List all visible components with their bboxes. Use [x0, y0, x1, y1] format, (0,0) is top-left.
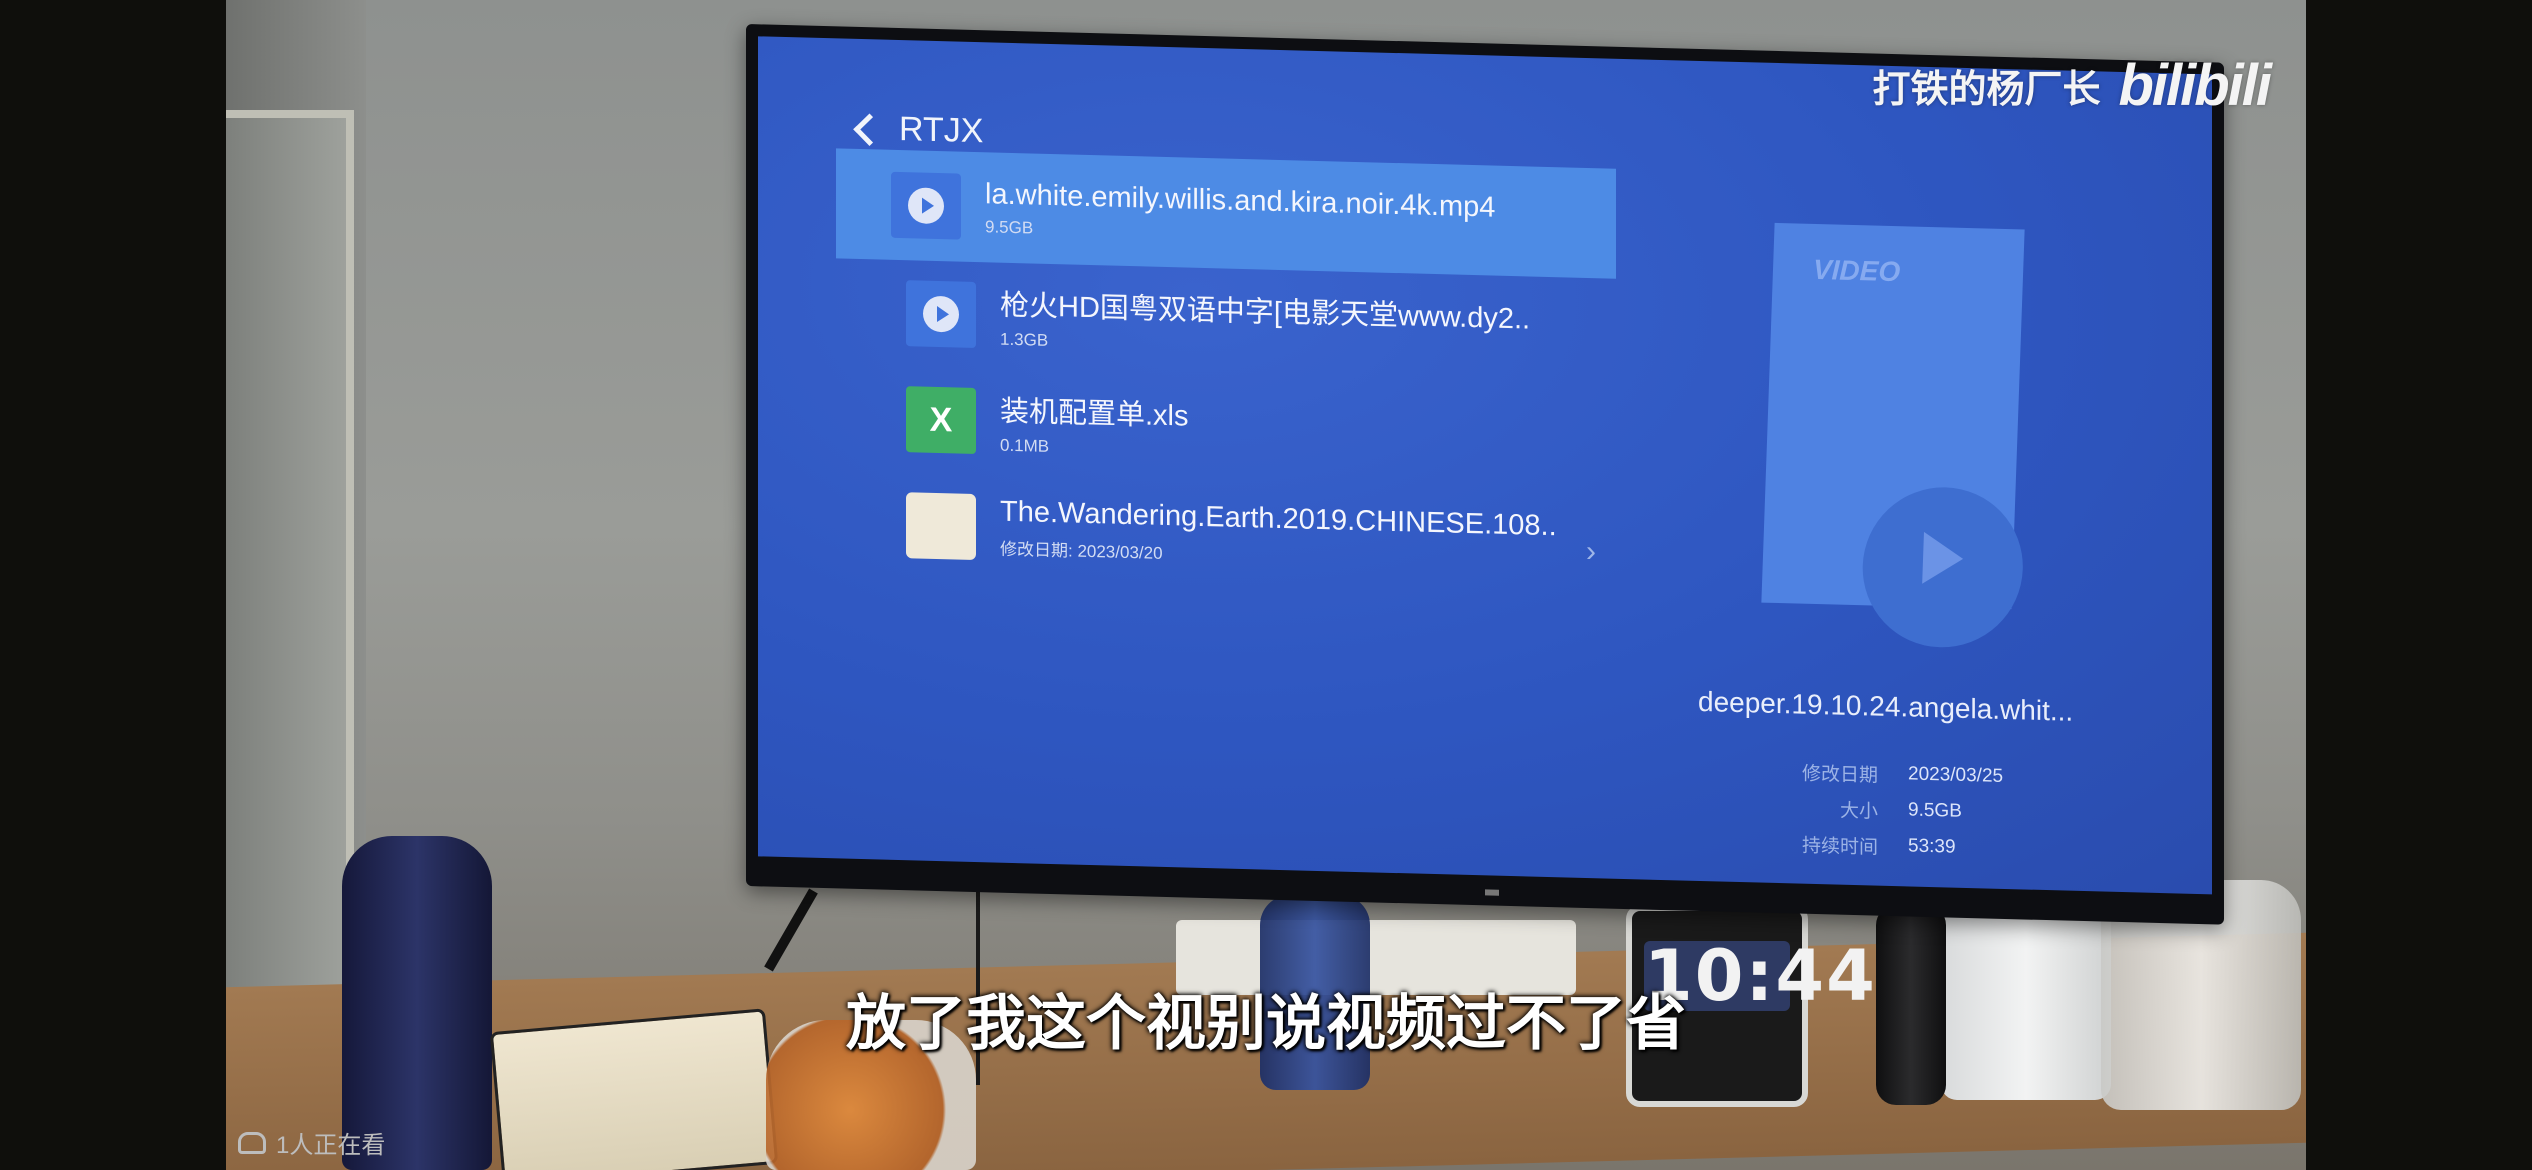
video-badge: VIDEO — [1812, 253, 1901, 288]
excel-file-icon: X — [906, 386, 976, 455]
television: RTJX la.white.emily.willis.and.kira.noir… — [746, 24, 2224, 925]
detail-label: 持续时间 — [1801, 835, 1878, 859]
bilibili-logo: bilibili — [2118, 53, 2272, 118]
chevron-right-icon: › — [1586, 534, 1596, 569]
viewer-count-text: 1人正在看 — [276, 1132, 386, 1159]
folder-icon — [906, 492, 976, 561]
viewers-icon — [238, 1131, 266, 1154]
detail-row: 持续时间 53:39 — [1758, 825, 2003, 867]
file-details: 修改日期 2023/03/25 大小 9.5GB 持续时间 53:39 — [1758, 753, 2003, 867]
file-name: 装机配置单.xls — [1000, 395, 1189, 433]
bilibili-watermark: 打铁的杨厂长 bilibili — [1872, 52, 2272, 119]
video-preview-card: VIDEO — [1761, 222, 2026, 650]
video-file-icon — [891, 171, 961, 240]
play-icon — [908, 187, 944, 225]
tv-brand-logo — [1485, 889, 1499, 896]
file-list: la.white.emily.willis.and.kira.noir.4k.m… — [836, 148, 1616, 588]
folder-title: RTJX — [899, 110, 984, 151]
detail-value: 9.5GB — [1908, 799, 1962, 822]
play-icon — [1922, 531, 1964, 585]
file-row[interactable]: 枪火HD国粤双语中字[电影天堂www.dy2.. 1.3GB — [906, 260, 1566, 383]
file-name: 枪火HD国粤双语中字[电影天堂www.dy2.. — [1000, 289, 1531, 336]
file-size: 0.1MB — [1000, 435, 1050, 456]
detail-label: 修改日期 — [1801, 763, 1878, 787]
file-row[interactable]: X 装机配置单.xls 0.1MB — [906, 366, 1566, 489]
video-subtitle: 放了我这个视别说视频过不了省 — [846, 990, 1686, 1057]
viewer-count: 1人正在看 — [238, 1125, 385, 1160]
play-icon — [923, 295, 959, 333]
uploader-name: 打铁的杨厂长 — [1872, 69, 2101, 111]
video-file-icon — [906, 280, 976, 349]
chevron-left-icon — [853, 113, 886, 146]
folder-row[interactable]: The.Wandering.Earth.2019.CHINESE.108.. 修… — [906, 472, 1596, 595]
tv-screen: RTJX la.white.emily.willis.and.kira.noir… — [758, 36, 2212, 895]
detail-value: 2023/03/25 — [1908, 763, 2004, 787]
file-name: la.white.emily.willis.and.kira.noir.4k.m… — [985, 177, 1496, 224]
preview-file-name: deeper.19.10.24.angela.whit... — [1698, 685, 2074, 727]
detail-label: 大小 — [1839, 800, 1878, 823]
detail-value: 53:39 — [1908, 835, 1956, 858]
back-button[interactable]: RTJX — [853, 109, 984, 151]
photo-background: 10:44 RTJX la.white.emily.willis.and.kir… — [226, 0, 2306, 1170]
file-row-selected[interactable]: la.white.emily.willis.and.kira.noir.4k.m… — [836, 148, 1616, 279]
tv-cable — [764, 888, 818, 972]
